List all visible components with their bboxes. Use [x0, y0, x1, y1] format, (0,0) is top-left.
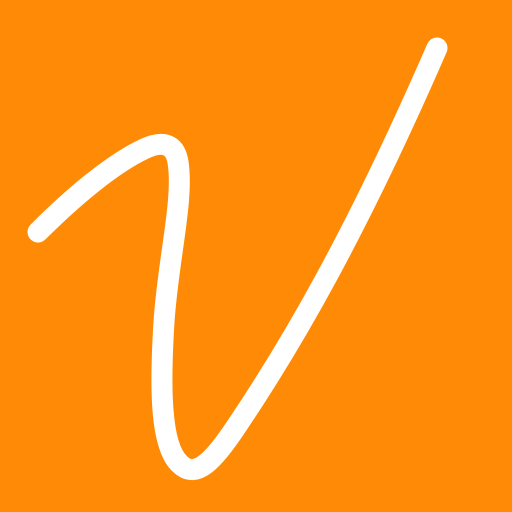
v-logo-icon — [27, 37, 448, 480]
app-icon — [0, 0, 512, 512]
